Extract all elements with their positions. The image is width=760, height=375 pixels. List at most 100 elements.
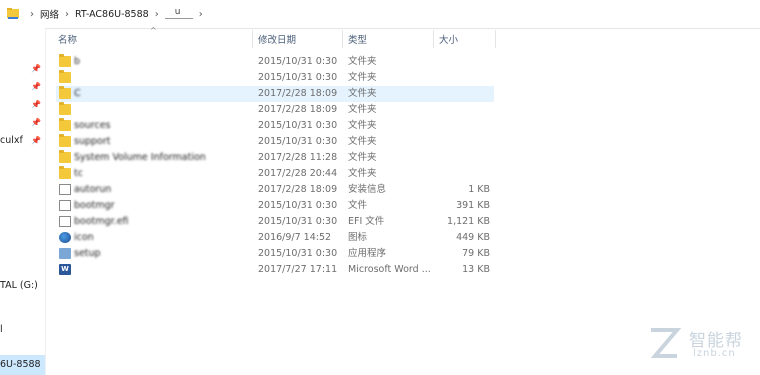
file-type: 文件夹 — [348, 136, 377, 147]
folder-icon — [59, 86, 71, 99]
file-type: 安装信息 — [348, 184, 387, 195]
file-size: 391 KB — [456, 200, 490, 211]
file-row[interactable]: setup 2015/10/31 0:30 应用程序 79 KB — [56, 246, 494, 262]
column-divider[interactable] — [342, 30, 343, 48]
file-type: Microsoft Word ... — [348, 264, 431, 275]
breadcrumb-router[interactable]: RT-AC86U-8588 — [75, 9, 149, 20]
file-size: 1,121 KB — [447, 216, 490, 227]
pin-icon[interactable]: 📌 — [31, 136, 41, 146]
file-date: 2017/2/28 11:28 — [258, 152, 338, 163]
file-name[interactable]: C — [74, 87, 81, 101]
file-name[interactable]: tc — [74, 167, 83, 181]
image-icon — [59, 232, 71, 243]
file-type: 文件 — [348, 200, 368, 211]
file-size: 79 KB — [462, 248, 490, 259]
file-date: 2015/10/31 0:30 — [258, 216, 338, 227]
file-row[interactable]: bootmgr.efi 2015/10/31 0:30 EFI 文件 1,121 KB — [56, 214, 494, 230]
folder-icon — [59, 102, 71, 115]
file-name[interactable]: System Volume Information — [74, 151, 206, 165]
file-type: 文件夹 — [348, 104, 377, 115]
sort-ascending-icon: ^ — [150, 26, 157, 35]
column-divider[interactable] — [433, 30, 434, 48]
explorer-window: › 网络 › RT-AC86U-8588 › u › 📌 📌 📌 📌 📌 cul… — [0, 0, 760, 375]
file-size: 449 KB — [456, 232, 490, 243]
file-date: 2017/2/28 18:09 — [258, 104, 338, 115]
application-icon — [59, 248, 71, 259]
pin-icon[interactable]: 📌 — [31, 82, 41, 92]
file-row[interactable]: b 2015/10/31 0:30 文件夹 — [56, 54, 494, 70]
navigation-pane: 📌 📌 📌 📌 📌 culxf TAL (G:) l — [0, 28, 46, 375]
file-row[interactable]: support 2015/10/31 0:30 文件夹 — [56, 134, 494, 150]
nav-item-l[interactable]: l — [0, 324, 3, 335]
pin-icon[interactable]: 📌 — [31, 118, 41, 128]
column-header-type[interactable]: 类型 — [348, 28, 367, 50]
file-name[interactable]: b — [74, 55, 80, 69]
file-row[interactable]: 2017/2/28 18:09 文件夹 — [56, 102, 494, 118]
watermark-logo — [650, 328, 682, 358]
breadcrumb-share-label: u — [174, 6, 181, 17]
folder-icon — [59, 150, 71, 163]
pin-icon[interactable]: 📌 — [31, 100, 41, 110]
file-name[interactable]: bootmgr — [74, 199, 115, 213]
column-header-date[interactable]: 修改日期 — [258, 28, 296, 50]
file-row[interactable]: System Volume Information 2017/2/28 11:28… — [56, 150, 494, 166]
folder-icon — [7, 8, 19, 19]
file-date: 2015/10/31 0:30 — [258, 200, 338, 211]
nav-item-router: 6U-8588 — [0, 359, 41, 370]
file-row[interactable]: W 2017/7/27 17:11 Microsoft Word ... 13 KB — [56, 262, 494, 278]
setup-info-icon — [59, 184, 71, 195]
nav-item-drive-g[interactable]: TAL (G:) — [0, 280, 38, 291]
column-header-name[interactable]: 名称 — [58, 28, 77, 50]
column-divider[interactable] — [495, 30, 496, 48]
file-row[interactable]: C 2017/2/28 18:09 文件夹 — [56, 86, 494, 102]
file-type: 文件夹 — [348, 152, 377, 163]
file-row[interactable]: autorun 2017/2/28 18:09 安装信息 1 KB — [56, 182, 494, 198]
file-date: 2015/10/31 0:30 — [258, 136, 338, 147]
file-name[interactable]: bootmgr.efi — [74, 215, 129, 229]
address-bar[interactable]: › 网络 › RT-AC86U-8588 › u › — [0, 0, 760, 29]
folder-icon — [59, 54, 71, 67]
file-date: 2017/2/28 18:09 — [258, 88, 338, 99]
nav-item-selected[interactable]: 6U-8588 — [0, 355, 45, 375]
file-name[interactable]: sources — [74, 119, 111, 133]
file-row[interactable]: bootmgr 2015/10/31 0:30 文件 391 KB — [56, 198, 494, 214]
file-size: 1 KB — [468, 184, 490, 195]
nav-item-culxf[interactable]: culxf — [0, 135, 23, 146]
file-type: 应用程序 — [348, 248, 387, 259]
file-name[interactable]: setup — [74, 247, 101, 261]
folder-icon — [59, 118, 71, 131]
file-type: 文件夹 — [348, 88, 377, 99]
file-name[interactable]: support — [74, 135, 110, 149]
file-type: 图标 — [348, 232, 368, 243]
file-row[interactable]: sources 2015/10/31 0:30 文件夹 — [56, 118, 494, 134]
efi-file-icon — [59, 216, 71, 227]
folder-icon — [59, 70, 71, 83]
file-date: 2017/2/28 20:44 — [258, 168, 338, 179]
file-type: EFI 文件 — [348, 216, 385, 227]
file-name[interactable]: autorun — [74, 183, 111, 197]
file-type: 文件夹 — [348, 120, 377, 131]
folder-icon — [59, 134, 71, 147]
column-header-size[interactable]: 大小 — [439, 28, 458, 50]
file-date: 2015/10/31 0:30 — [258, 120, 338, 131]
breadcrumb-share[interactable]: u — [164, 6, 193, 19]
breadcrumb-network[interactable]: 网络 — [40, 7, 59, 21]
pin-icon[interactable]: 📌 — [31, 64, 41, 74]
file-type: 文件夹 — [348, 72, 377, 83]
file-date: 2015/10/31 0:30 — [258, 72, 338, 83]
watermark: 智能帮 lznb.cn — [645, 322, 755, 367]
file-name[interactable]: icon — [74, 231, 94, 245]
chevron-right-icon[interactable]: › — [30, 9, 34, 20]
file-row[interactable]: tc 2017/2/28 20:44 文件夹 — [56, 166, 494, 182]
chevron-right-icon[interactable]: › — [155, 9, 159, 20]
column-divider[interactable] — [252, 30, 253, 48]
file-size: 13 KB — [462, 264, 490, 275]
breadcrumb: › 网络 › RT-AC86U-8588 › u › — [24, 0, 209, 28]
file-date: 2015/10/31 0:30 — [258, 248, 338, 259]
file-icon — [59, 200, 71, 211]
file-row[interactable]: 2015/10/31 0:30 文件夹 — [56, 70, 494, 86]
chevron-right-icon[interactable]: › — [199, 9, 203, 20]
folder-icon — [59, 166, 71, 179]
file-row[interactable]: icon 2016/9/7 14:52 图标 449 KB — [56, 230, 494, 246]
chevron-right-icon[interactable]: › — [65, 9, 69, 20]
